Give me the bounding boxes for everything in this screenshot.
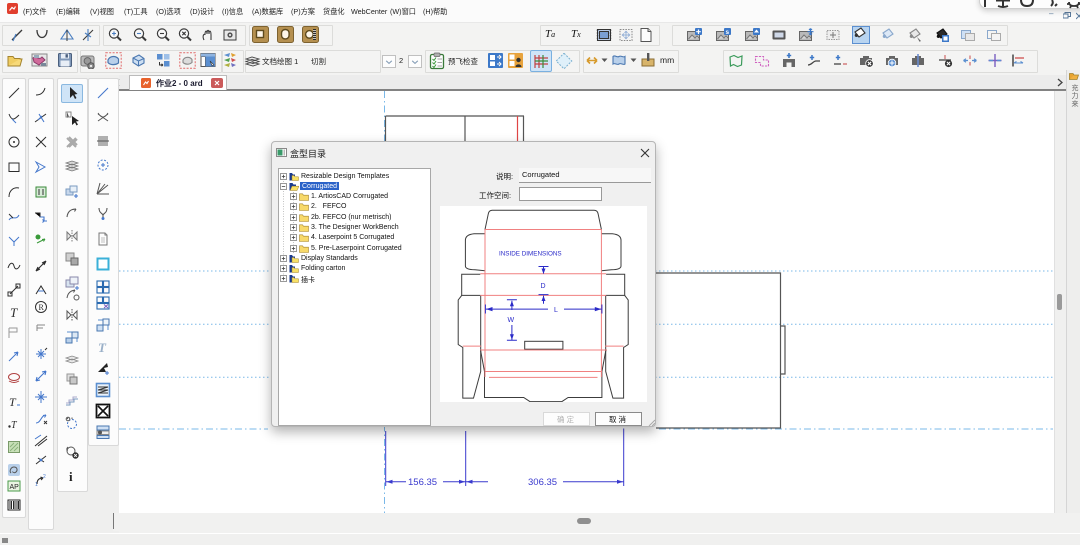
svg-text:306.35: 306.35 (528, 477, 557, 488)
svg-text:W: W (508, 317, 515, 324)
svg-text:INSIDE DIMENSIONS: INSIDE DIMENSIONS (499, 251, 562, 258)
svg-text:D: D (541, 283, 546, 290)
svg-text:L: L (554, 307, 558, 314)
svg-text:156.35: 156.35 (408, 477, 437, 488)
